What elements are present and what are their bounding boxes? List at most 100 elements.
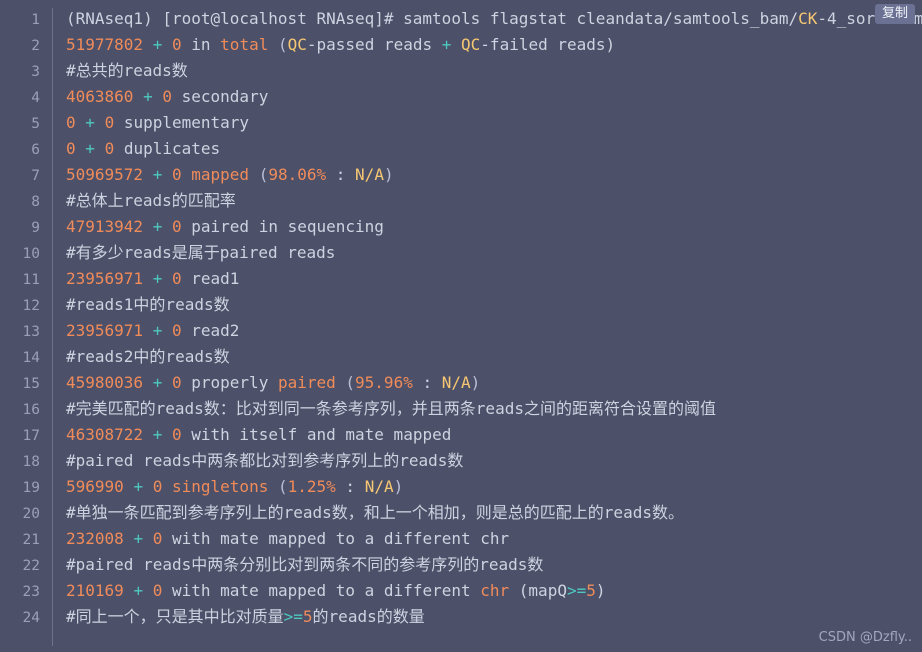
code-token: 0 — [162, 87, 172, 106]
line-number: 15 — [22, 376, 40, 392]
code-token: 232008 — [66, 529, 124, 548]
code-token: itself and mate mapped — [229, 425, 452, 444]
code-line: 23 210169 + 0 with mate mapped to a diffe… — [0, 578, 922, 604]
code-token: ) — [470, 373, 481, 392]
code-token: 23956971 — [66, 269, 144, 288]
line-number: 7 — [31, 168, 40, 184]
code-token: #paired reads中两条分别比对到两条不同的参考序列的reads数 — [66, 555, 544, 574]
code-token: CK — [798, 9, 818, 28]
code-token: in — [191, 35, 211, 54]
code-token: total — [220, 35, 269, 54]
code-token: 23956971 — [66, 321, 144, 340]
code-line: 9 47913942 + 0 paired in sequencing — [0, 214, 922, 240]
code-token: 5 — [586, 581, 596, 600]
code-token: 0 — [152, 477, 163, 496]
line-content: 210169 + 0 with mate mapped to a differe… — [52, 578, 606, 604]
code-token: 98.06% — [268, 165, 327, 184]
code-token: #总共的reads数 — [66, 61, 188, 80]
code-token: 0 — [171, 425, 182, 444]
code-token: 45980036 — [66, 373, 144, 392]
code-token: #有多少reads是属于paired reads — [66, 243, 336, 262]
code-token: singletons — [172, 477, 269, 496]
code-token: sequencing — [277, 217, 384, 236]
code-token: 1.25% — [287, 477, 336, 496]
code-line: 2 51977802 + 0 in total (QC-passed reads … — [0, 32, 922, 58]
code-token: ( — [277, 477, 288, 496]
line-number: 22 — [22, 558, 40, 574]
line-content: 46308722 + 0 with itself and mate mapped — [52, 422, 451, 448]
code-token: with — [172, 581, 211, 600]
code-token: #reads1中的reads数 — [66, 295, 230, 314]
code-lines: 1 (RNAseq1) [root@localhost RNAseq]# samt… — [0, 6, 922, 630]
code-token: 51977802 — [66, 35, 144, 54]
code-token: QC — [461, 35, 481, 54]
code-line: 6 0 + 0 duplicates — [0, 136, 922, 162]
code-token: >= — [566, 581, 587, 600]
code-token: 的reads的数量 — [312, 607, 425, 626]
line-content: #paired reads中两条都比对到参考序列上的reads数 — [52, 448, 463, 474]
code-token: : — [335, 477, 365, 496]
code-token: secondary — [172, 87, 269, 106]
code-line: 15 45980036 + 0 properly paired (95.96% :… — [0, 370, 922, 396]
line-number: 23 — [22, 584, 40, 600]
code-token: >= — [283, 607, 303, 626]
code-token: 0 — [171, 321, 182, 340]
line-content: #reads1中的reads数 — [52, 292, 230, 318]
code-line: 8 #总体上reads的匹配率 — [0, 188, 922, 214]
code-token: 0 — [66, 113, 76, 132]
code-token: ) — [383, 165, 394, 184]
code-token: 47913942 — [66, 217, 144, 236]
code-token: + — [441, 35, 452, 54]
code-token: N/A — [441, 373, 471, 392]
line-content: #paired reads中两条分别比对到两条不同的参考序列的reads数 — [52, 552, 543, 578]
line-number: 21 — [22, 532, 40, 548]
code-token: + — [133, 581, 144, 600]
code-token: #reads2中的reads数 — [66, 347, 230, 366]
code-line: 4 4063860 + 0 secondary — [0, 84, 922, 110]
code-token: + — [152, 35, 163, 54]
line-number: 17 — [22, 428, 40, 444]
code-line: 7 50969572 + 0 mapped (98.06% : N/A) — [0, 162, 922, 188]
line-content: 596990 + 0 singletons (1.25% : N/A) — [52, 474, 403, 500]
code-line: 18 #paired reads中两条都比对到参考序列上的reads数 — [0, 448, 922, 474]
code-token: + — [152, 165, 163, 184]
line-number: 10 — [22, 246, 40, 262]
code-token: 4063860 — [66, 87, 134, 106]
line-number: 4 — [31, 90, 40, 106]
code-token: -passed reads — [306, 35, 442, 54]
code-token: 0 — [171, 217, 182, 236]
line-number: 1 — [31, 12, 40, 28]
line-number: 3 — [31, 64, 40, 80]
line-number: 18 — [22, 454, 40, 470]
code-token: + — [85, 139, 95, 158]
line-content: 4063860 + 0 secondary — [52, 84, 268, 110]
line-number: 11 — [22, 272, 40, 288]
code-token: in — [258, 217, 278, 236]
line-number: 16 — [22, 402, 40, 418]
code-token: #总体上reads的匹配率 — [66, 191, 236, 210]
code-token: + — [133, 529, 144, 548]
code-token: + — [143, 87, 153, 106]
copy-button[interactable]: 复制 — [874, 4, 915, 24]
watermark: CSDN @Dzfly.. — [818, 630, 912, 645]
code-token: 0 — [152, 529, 163, 548]
code-line: 1 (RNAseq1) [root@localhost RNAseq]# samt… — [0, 6, 922, 32]
code-line: 16 #完美匹配的reads数：比对到同一条参考序列，并且两条reads之间的距离… — [0, 396, 922, 422]
code-line: 5 0 + 0 supplementary — [0, 110, 922, 136]
code-token: paired — [277, 373, 336, 392]
code-token: #同上一个，只是其中比对质量 — [66, 607, 284, 626]
